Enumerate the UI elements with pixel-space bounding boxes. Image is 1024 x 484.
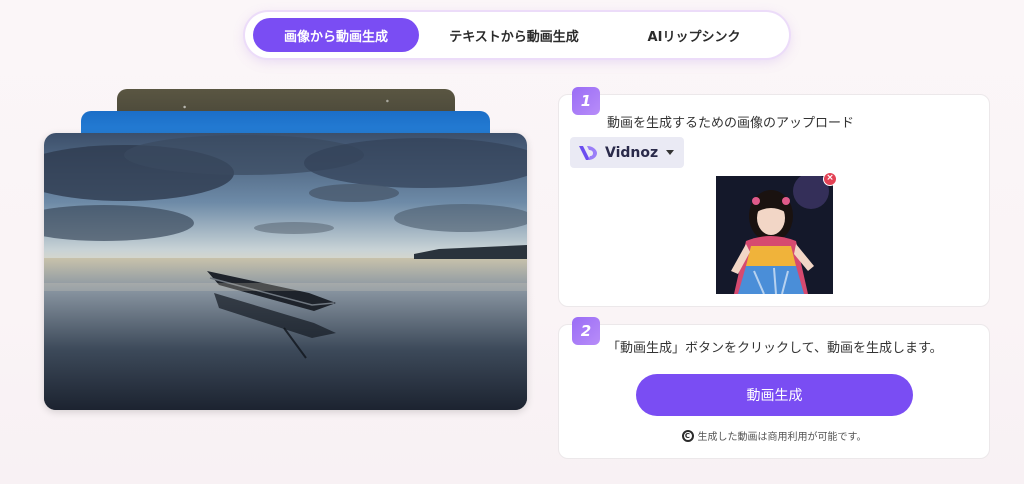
mode-tab-bar: 画像から動画生成 テキストから動画生成 AIリップシンク — [245, 12, 789, 58]
remove-image-close-icon[interactable]: × — [823, 172, 837, 186]
generate-instruction: 「動画生成」ボタンをクリックして、動画を生成します。 — [607, 341, 943, 356]
sample-image-boat-lake — [44, 133, 527, 410]
step-1-badge: 1 — [572, 87, 600, 115]
generate-video-button[interactable]: 動画生成 — [636, 374, 913, 416]
brand-dropdown[interactable]: Vidnoz — [570, 137, 684, 168]
brand-name: Vidnoz — [605, 144, 659, 161]
tab-text-to-video[interactable]: テキストから動画生成 — [419, 18, 609, 52]
step-2-badge: 2 — [572, 317, 600, 345]
chevron-down-icon — [666, 150, 675, 155]
upload-panel: 1 動画を生成するための画像のアップロード Vidnoz × — [558, 87, 990, 307]
copyright-icon: C — [681, 429, 694, 442]
tab-ai-lipsync[interactable]: AIリップシンク — [609, 18, 779, 52]
commercial-use-note: C 生成した動画は商用利用が可能です。 — [559, 428, 989, 443]
vidnoz-logo-icon — [579, 145, 597, 160]
tab-image-to-video[interactable]: 画像から動画生成 — [253, 18, 419, 52]
commercial-use-text: 生成した動画は商用利用が可能です。 — [697, 432, 867, 443]
upload-instruction: 動画を生成するための画像のアップロード — [607, 116, 855, 131]
uploaded-image-thumbnail[interactable] — [716, 176, 833, 294]
generate-panel: 2 「動画生成」ボタンをクリックして、動画を生成します。 動画生成 C 生成した… — [558, 317, 990, 459]
